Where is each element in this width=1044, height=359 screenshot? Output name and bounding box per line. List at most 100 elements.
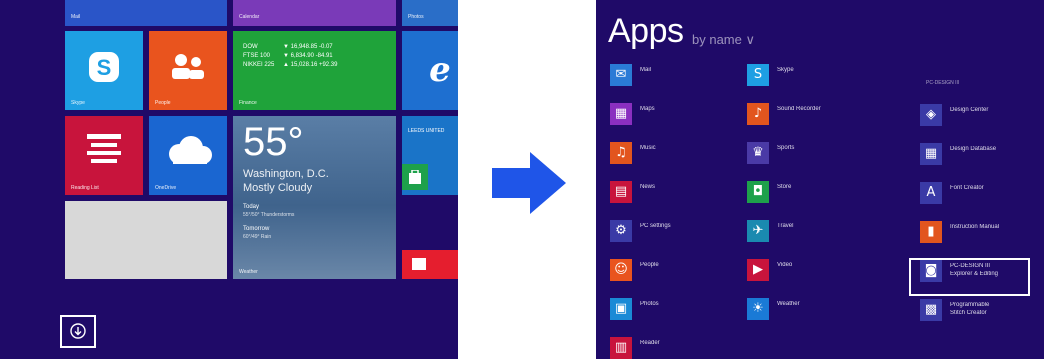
app-list-item[interactable]: A Font Creator (920, 182, 1044, 208)
app-list-item[interactable]: ♫ Music (610, 142, 750, 168)
app-name: Skype (777, 67, 794, 73)
video-icon (412, 258, 426, 270)
app-icon: ▣ (610, 298, 632, 320)
selected-app-highlight (909, 258, 1030, 296)
app-icon: S (747, 64, 769, 86)
tile-reading-list[interactable]: Reading List (65, 116, 143, 195)
tile-label: Calendar (239, 14, 260, 20)
app-name: Music (640, 145, 656, 151)
tile-calendar[interactable]: Calendar (233, 0, 396, 26)
tile-label: Weather (239, 269, 258, 275)
tile-label: Photos (408, 14, 424, 20)
tile-people[interactable]: People (149, 31, 227, 110)
app-list-item[interactable]: ♪ Sound Recorder (747, 103, 887, 129)
tile-weather[interactable]: 55° Washington, D.C. Mostly Cloudy Today… (233, 116, 396, 279)
app-list-item[interactable]: ▩ Programmable Stitch Creator (920, 299, 1044, 325)
app-list-item[interactable]: ✈ Travel (747, 220, 887, 246)
app-name: Reader (640, 340, 660, 346)
right-arrow-icon (492, 152, 566, 214)
app-icon: ▮ (920, 221, 942, 243)
app-list-item[interactable]: ▮ Instruction Manual (920, 221, 1044, 247)
tile-internet-explorer[interactable]: e (402, 31, 458, 110)
app-icon: ☀ (747, 298, 769, 320)
app-list-item[interactable]: ▥ Reader (610, 337, 750, 359)
app-name: Design Center (950, 107, 989, 113)
app-list-item[interactable]: ▣ Photos (610, 298, 750, 324)
app-list-item[interactable]: ◘ Store (747, 181, 887, 207)
app-glyph: ▦ (924, 146, 938, 161)
tile-text: LEEDS UNITED (408, 128, 445, 134)
app-list-item[interactable]: ▶ Video (747, 259, 887, 285)
down-arrow-circle-icon (70, 323, 86, 339)
app-glyph: ✈ (752, 223, 764, 238)
app-icon: ✈ (747, 220, 769, 242)
app-icon: ✉ (610, 64, 632, 86)
app-list-item[interactable]: ♛ Sports (747, 142, 887, 168)
weather-temp: 55° (243, 120, 304, 164)
app-icon: ▩ (920, 299, 942, 321)
app-name: Maps (640, 106, 655, 112)
tile-label: OneDrive (155, 185, 177, 191)
app-list-item[interactable]: ◈ Design Center (920, 104, 1044, 130)
app-list-item[interactable]: ▤ News (610, 181, 750, 207)
app-icon: ⚙ (610, 220, 632, 242)
app-glyph: ◈ (926, 107, 936, 122)
app-glyph: A (926, 185, 936, 200)
tile-finance[interactable]: DOW ▼ 16,948.85 -0.07 FTSE 100 ▼ 6,834.90 … (233, 31, 396, 110)
group-heading: PC-DESIGN III (926, 80, 960, 86)
tile-video-red[interactable] (402, 250, 458, 279)
app-list-item[interactable]: ☺ People (610, 259, 750, 285)
weather-tomorrow-value: 60°/49° Rain (243, 234, 272, 240)
weather-today-label: Today (243, 204, 260, 210)
people-icon (172, 54, 204, 79)
app-icon: ▦ (610, 103, 632, 125)
app-name: Design Database (950, 146, 997, 152)
app-icon: ♛ (747, 142, 769, 164)
app-name: People (640, 262, 659, 268)
app-name: Sound Recorder (777, 106, 821, 112)
svg-text:e: e (429, 51, 451, 87)
app-glyph: ☺ (614, 262, 628, 277)
sort-dropdown[interactable]: by name ∨ (692, 32, 755, 48)
app-list-item[interactable]: ▦ Maps (610, 103, 750, 129)
app-name: Travel (777, 223, 794, 229)
tile-store[interactable] (402, 164, 428, 190)
app-glyph: ♫ (615, 145, 627, 160)
app-icon: ▥ (610, 337, 632, 359)
apps-title: Apps (608, 12, 684, 50)
app-list-item[interactable]: ⚙ PC settings (610, 220, 750, 246)
app-name: Instruction Manual (950, 224, 1000, 230)
app-glyph: ▩ (924, 302, 938, 317)
tile-label: Skype (71, 100, 85, 106)
app-list-item[interactable]: S Skype (747, 64, 887, 90)
app-name: Programmable (950, 302, 990, 308)
weather-condition: Mostly Cloudy (243, 182, 313, 194)
app-name: Sports (777, 145, 795, 151)
tile-photos[interactable]: Photos (402, 0, 458, 26)
tile-label: People (155, 100, 171, 106)
start-screen: Mail Calendar Photos S Skype People DOW ▼… (0, 0, 458, 359)
app-name: Mail (640, 67, 652, 73)
app-name: Store (777, 184, 792, 190)
app-icon: ▶ (747, 259, 769, 281)
app-list-item[interactable]: ▦ Design Database (920, 143, 1044, 169)
tile-skype[interactable]: S Skype (65, 31, 143, 110)
weather-tomorrow-label: Tomorrow (243, 226, 270, 232)
app-glyph: ⚙ (615, 223, 627, 238)
tile-label: Finance (239, 100, 257, 106)
app-name: Font Creator (950, 185, 984, 191)
apps-screen: Apps by name ∨ PC-DESIGN III ✉ Mail ▦ Maps ♫… (596, 0, 1044, 359)
app-name: Video (777, 262, 793, 268)
app-icon: A (920, 182, 942, 204)
finance-row: DOW ▼ 16,948.85 -0.07 FTSE 100 ▼ 6,834.90 … (243, 44, 338, 68)
app-list-item[interactable]: ☀ Weather (747, 298, 887, 324)
app-icon: ♫ (610, 142, 632, 164)
app-icon: ♪ (747, 103, 769, 125)
tile-mail[interactable]: Mail (65, 0, 227, 26)
tile-label: Mail (71, 14, 81, 20)
app-list-item[interactable]: ✉ Mail (610, 64, 750, 90)
tile-desktop[interactable] (65, 201, 227, 279)
tile-onedrive[interactable]: OneDrive (149, 116, 227, 195)
app-glyph: ▮ (927, 224, 935, 239)
app-name: PC settings (640, 223, 671, 229)
